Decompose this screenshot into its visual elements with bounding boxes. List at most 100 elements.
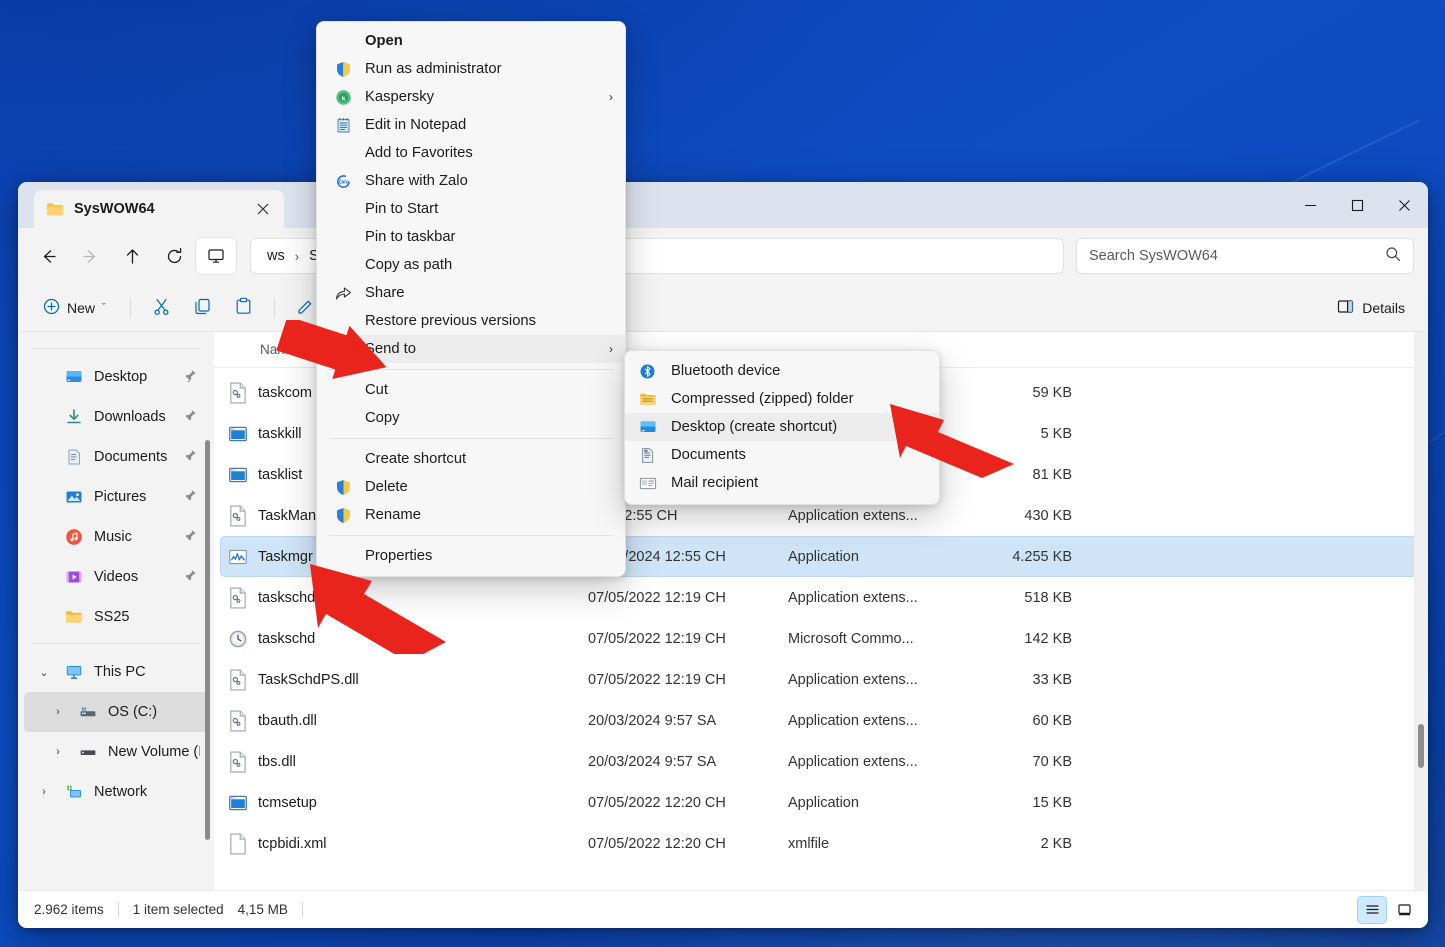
dll-icon: [228, 382, 248, 404]
back-button[interactable]: [28, 238, 68, 274]
mmc-icon: [228, 628, 248, 650]
table-row[interactable]: tbs.dll 20/03/2024 9:57 SA Application e…: [220, 741, 1420, 782]
menu-item-pin-to-taskbar[interactable]: Pin to taskbar: [317, 223, 625, 251]
menu-item-edit-in-notepad[interactable]: Edit in Notepad: [317, 111, 625, 139]
recent-locations-button[interactable]: [196, 238, 236, 274]
table-row[interactable]: taskschd 07/05/2022 12:19 CH Microsoft C…: [220, 618, 1420, 659]
navigation-pane: Desktop Downloads Do: [18, 332, 214, 890]
cut-button[interactable]: [143, 291, 180, 325]
table-row[interactable]: TaskSchdPS.dll 07/05/2022 12:19 CH Appli…: [220, 659, 1420, 700]
chevron-right-icon[interactable]: ›: [34, 786, 54, 798]
menu-item-kaspersky[interactable]: k Kaspersky ›: [317, 83, 625, 111]
forward-button[interactable]: [70, 238, 110, 274]
this-pc-icon: [64, 662, 84, 682]
tab-title: SysWOW64: [74, 201, 240, 217]
copy-button[interactable]: [184, 291, 221, 325]
chevron-right-icon[interactable]: ›: [48, 746, 68, 758]
file-name: TaskSchdPS.dll: [258, 672, 359, 688]
submenu-item-compressed-zipped-folder[interactable]: Compressed (zipped) folder: [625, 385, 939, 413]
menu-item-add-to-favorites[interactable]: Add to Favorites: [317, 139, 625, 167]
sidebar-scrollbar-thumb[interactable]: [205, 440, 210, 840]
file-size: 33 KB: [968, 672, 1078, 688]
drive-icon: [78, 702, 98, 722]
sidebar-label: Desktop: [94, 369, 174, 385]
sidebar-item-desktop[interactable]: Desktop: [24, 357, 208, 397]
menu-item-open[interactable]: Open: [317, 27, 625, 55]
scrollbar-thumb[interactable]: [1418, 724, 1424, 768]
file-size: 59 KB: [968, 385, 1078, 401]
navigation-bar: ws › SysWOW64 › Search SysWOW64: [18, 228, 1428, 284]
details-view-button[interactable]: [1390, 897, 1418, 923]
menu-item-run-as-administrator[interactable]: Run as administrator: [317, 55, 625, 83]
divider: [130, 298, 131, 318]
search-input[interactable]: Search SysWOW64: [1076, 238, 1414, 274]
menu-item-pin-to-start[interactable]: Pin to Start: [317, 195, 625, 223]
sidebar-item-ss25[interactable]: SS25: [24, 597, 208, 637]
submenu-item-documents[interactable]: Documents: [625, 441, 939, 469]
menu-item-restore-previous-versions[interactable]: Restore previous versions: [317, 307, 625, 335]
submenu-item-bluetooth-device[interactable]: Bluetooth device: [625, 357, 939, 385]
up-button[interactable]: [112, 238, 152, 274]
menu-item-copy[interactable]: Copy: [317, 404, 625, 432]
menu-item-cut[interactable]: Cut: [317, 376, 625, 404]
submenu-item-desktop-create-shortcut[interactable]: Desktop (create shortcut): [625, 413, 939, 441]
file-name-cell: tbauth.dll: [228, 710, 588, 732]
sidebar-item-downloads[interactable]: Downloads: [24, 397, 208, 437]
menu-item-properties[interactable]: Properties: [317, 542, 625, 570]
sidebar-item-this-pc[interactable]: ⌄ This PC: [24, 652, 208, 692]
breadcrumb-item-0[interactable]: ws: [261, 245, 291, 267]
paste-button[interactable]: [225, 291, 262, 325]
menu-item-label: Kaspersky: [365, 89, 609, 105]
new-button-label: New: [67, 300, 95, 316]
menu-item-share-with-zalo[interactable]: Zalo Share with Zalo: [317, 167, 625, 195]
list-view-button[interactable]: [1358, 897, 1386, 923]
sidebar-item-os-c[interactable]: › OS (C:): [24, 692, 208, 732]
sidebar-item-new-volume[interactable]: › New Volume (I: [24, 732, 208, 772]
menu-item-rename[interactable]: Rename: [317, 501, 625, 529]
explorer-tab[interactable]: SysWOW64: [34, 190, 284, 228]
zalo-icon: Zalo: [335, 173, 365, 190]
submenu-item-label: Bluetooth device: [671, 363, 927, 379]
sidebar-item-documents[interactable]: Documents: [24, 437, 208, 477]
sidebar-item-music[interactable]: Music: [24, 517, 208, 557]
submenu-item-mail-recipient[interactable]: Mail recipient: [625, 469, 939, 497]
menu-item-delete[interactable]: Delete: [317, 473, 625, 501]
sidebar-label: Music: [94, 529, 174, 545]
sidebar-label: Downloads: [94, 409, 174, 425]
menu-item-share[interactable]: Share: [317, 279, 625, 307]
pin-icon: [184, 569, 200, 586]
menu-item-create-shortcut[interactable]: Create shortcut: [317, 445, 625, 473]
chevron-down-icon[interactable]: ⌄: [34, 666, 54, 679]
maximize-button[interactable]: [1334, 182, 1381, 228]
pin-icon: [184, 409, 200, 426]
table-row[interactable]: taskschd.dll 07/05/2022 12:19 CH Applica…: [220, 577, 1420, 618]
menu-item-label: Copy as path: [365, 257, 613, 273]
new-button[interactable]: New ˇ: [34, 291, 118, 325]
menu-item-label: Run as administrator: [365, 61, 613, 77]
details-pane-button[interactable]: Details: [1327, 291, 1414, 325]
file-size: 142 KB: [968, 631, 1078, 647]
close-button[interactable]: [1381, 182, 1428, 228]
network-icon: [64, 782, 84, 802]
file-size: 5 KB: [968, 426, 1078, 442]
table-row[interactable]: tcpbidi.xml 07/05/2022 12:20 CH xmlfile …: [220, 823, 1420, 864]
chevron-right-icon[interactable]: ›: [48, 706, 68, 718]
details-pane-icon: [1336, 297, 1355, 319]
sidebar-item-pictures[interactable]: Pictures: [24, 477, 208, 517]
copy-icon: [193, 297, 212, 319]
table-row[interactable]: tbauth.dll 20/03/2024 9:57 SA Applicatio…: [220, 700, 1420, 741]
menu-item-send-to[interactable]: Send to ›: [317, 335, 625, 363]
sidebar-item-videos[interactable]: Videos: [24, 557, 208, 597]
sidebar-item-network[interactable]: › Network: [24, 772, 208, 812]
command-bar: New ˇ: [18, 284, 1428, 332]
file-type: Application extens...: [788, 590, 968, 606]
menu-item-label: Restore previous versions: [365, 313, 613, 329]
refresh-button[interactable]: [154, 238, 194, 274]
close-icon[interactable]: [250, 196, 276, 222]
table-row[interactable]: tcmsetup 07/05/2022 12:20 CH Application…: [220, 782, 1420, 823]
vertical-scrollbar[interactable]: [1414, 332, 1428, 890]
minimize-button[interactable]: [1287, 182, 1334, 228]
dll-icon: [228, 587, 248, 609]
menu-item-copy-as-path[interactable]: Copy as path: [317, 251, 625, 279]
file-date: 20/03/2024 9:57 SA: [588, 713, 788, 729]
